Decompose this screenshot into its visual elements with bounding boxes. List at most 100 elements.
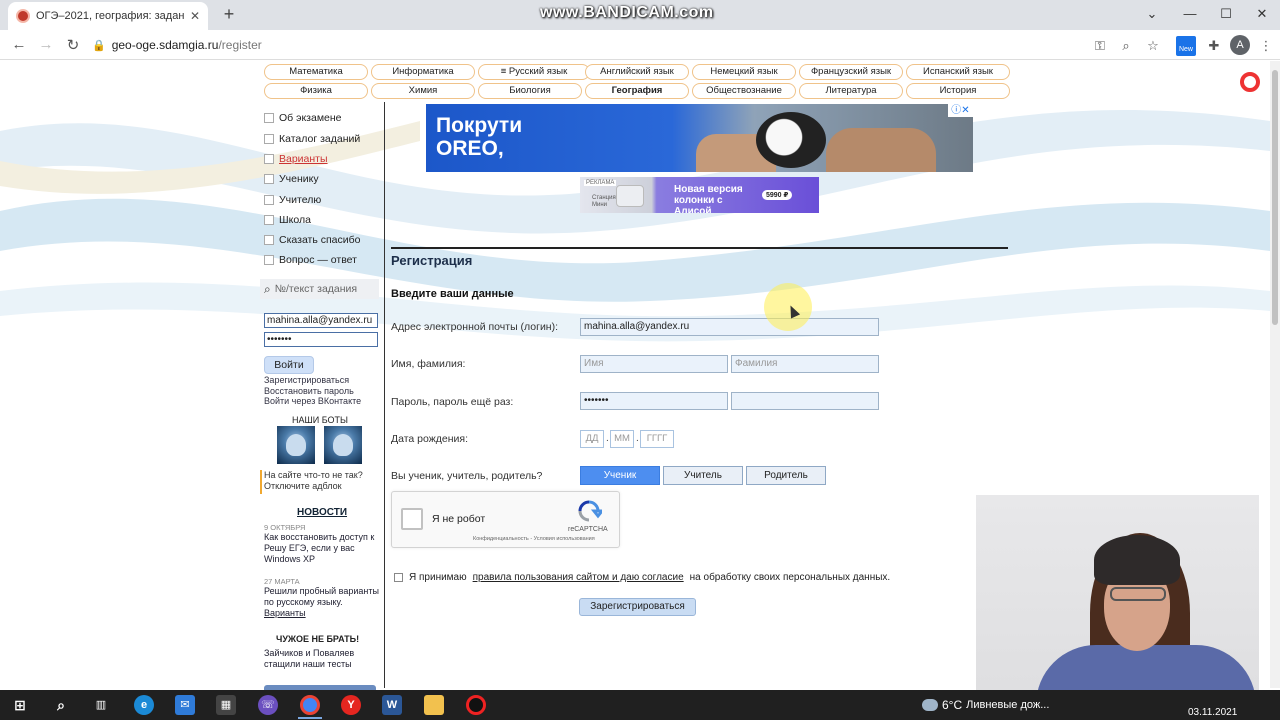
store-icon[interactable]: ▦ bbox=[216, 695, 236, 715]
birth-year-field[interactable]: ГГГГ bbox=[640, 430, 674, 448]
cloud-rain-icon bbox=[922, 699, 938, 711]
tab-search-icon[interactable]: ⌄ bbox=[1142, 6, 1162, 22]
close-window-button[interactable]: ✕ bbox=[1252, 6, 1272, 22]
edge-icon[interactable]: e bbox=[134, 695, 154, 715]
password-label: Пароль, пароль ещё раз: bbox=[391, 396, 514, 408]
news-variants-link[interactable]: Варианты bbox=[264, 608, 306, 618]
url-path: /register bbox=[218, 38, 262, 52]
sidebar-item-variants[interactable]: Варианты bbox=[264, 153, 328, 165]
subject-literature[interactable]: Литература bbox=[799, 83, 903, 99]
key-icon[interactable]: ⚿ bbox=[1092, 38, 1108, 54]
bookmark-star-icon[interactable]: ☆ bbox=[1145, 38, 1161, 54]
vk-login-link[interactable]: Войти через ВКонтакте bbox=[264, 396, 361, 406]
sidebar-item-qa[interactable]: Вопрос — ответ bbox=[264, 254, 357, 266]
sidebar-item-catalog[interactable]: Каталог заданий bbox=[264, 133, 360, 145]
maximize-button[interactable]: ☐ bbox=[1216, 6, 1236, 22]
news-heading[interactable]: НОВОСТИ bbox=[297, 507, 347, 518]
chrome-icon[interactable] bbox=[300, 695, 320, 715]
cookie-image bbox=[756, 112, 826, 168]
ad-label: РЕКЛАМА bbox=[584, 180, 617, 186]
sidebar-item-student[interactable]: Ученику bbox=[264, 173, 319, 185]
browser-tab[interactable]: ОГЭ–2021, география: задания, ✕ bbox=[8, 2, 208, 30]
birth-day-field[interactable]: ДД bbox=[580, 430, 604, 448]
bandicam-record-icon[interactable] bbox=[466, 695, 486, 715]
password-field[interactable]: ••••••• bbox=[580, 392, 728, 410]
ad-price: 5990 ₽ bbox=[762, 190, 793, 200]
subject-physics[interactable]: Физика bbox=[264, 83, 368, 99]
yandex-browser-icon[interactable]: Y bbox=[341, 695, 361, 715]
extensions-icon[interactable]: ✚ bbox=[1206, 38, 1222, 54]
task-search-input[interactable]: ⌕ №/текст задания bbox=[260, 279, 379, 299]
sidebar-password-input[interactable]: ••••••• bbox=[264, 332, 378, 347]
subject-geography[interactable]: География bbox=[585, 83, 689, 99]
address-bar[interactable]: 🔒 geo-oge.sdamgia.ru/register bbox=[92, 34, 1172, 56]
role-student-button[interactable]: Ученик bbox=[580, 466, 660, 485]
scrollbar-thumb[interactable] bbox=[1272, 70, 1278, 325]
sidebar-item-teacher[interactable]: Учителю bbox=[264, 194, 321, 206]
minimize-button[interactable]: — bbox=[1180, 6, 1200, 21]
recaptcha-checkbox[interactable] bbox=[401, 508, 423, 530]
first-name-field[interactable]: Имя bbox=[580, 355, 728, 373]
checkbox-icon bbox=[264, 255, 274, 265]
tab-close-icon[interactable]: ✕ bbox=[190, 9, 200, 23]
birth-month-field[interactable]: ММ bbox=[610, 430, 634, 448]
forward-icon[interactable]: → bbox=[37, 36, 55, 53]
browser-toolbar: ← → ↻ 🔒 geo-oge.sdamgia.ru/register ⚿ ⌕ … bbox=[0, 30, 1280, 60]
sidebar-login-button[interactable]: Войти bbox=[264, 356, 314, 374]
news-date: 9 ОКТЯБРЯ bbox=[264, 523, 306, 532]
role-teacher-button[interactable]: Учитель bbox=[663, 466, 743, 485]
viber-icon[interactable]: ☏ bbox=[258, 695, 278, 715]
file-explorer-icon[interactable] bbox=[424, 695, 444, 715]
task-view-icon[interactable]: ▥ bbox=[91, 695, 111, 715]
extension-new-icon[interactable]: New bbox=[1176, 36, 1196, 56]
windows-start-icon[interactable]: ⊞ bbox=[10, 695, 30, 715]
search-icon[interactable]: ⌕ bbox=[51, 695, 71, 715]
active-app-indicator bbox=[298, 717, 322, 719]
profile-avatar[interactable]: A bbox=[1230, 35, 1250, 55]
terms-link[interactable]: правила пользования сайтом и даю согласи… bbox=[473, 572, 684, 583]
mail-icon[interactable]: ✉ bbox=[175, 695, 195, 715]
subject-french[interactable]: Французский язык bbox=[799, 64, 903, 80]
subject-math[interactable]: Математика bbox=[264, 64, 368, 80]
reload-icon[interactable]: ↻ bbox=[64, 36, 82, 54]
email-field[interactable]: mahina.alla@yandex.ru bbox=[580, 318, 879, 336]
menu-icon[interactable]: ⋮ bbox=[1258, 38, 1274, 54]
subject-chemistry[interactable]: Химия bbox=[371, 83, 475, 99]
divider bbox=[391, 247, 1008, 249]
password-repeat-field[interactable] bbox=[731, 392, 879, 410]
subject-history[interactable]: История bbox=[906, 83, 1010, 99]
register-submit-button[interactable]: Зарегистрироваться bbox=[579, 598, 696, 616]
subject-biology[interactable]: Биология bbox=[478, 83, 582, 99]
promo-text[interactable]: Зайчиков и Поваляев стащили наши тесты bbox=[264, 648, 382, 670]
restore-password-link[interactable]: Восстановить пароль bbox=[264, 386, 354, 396]
register-link[interactable]: Зарегистрироваться bbox=[264, 375, 349, 385]
news-text[interactable]: Как восстановить доступ к Решу ЕГЭ, если… bbox=[264, 532, 382, 565]
weather-widget[interactable]: 6°C Ливневые дож... bbox=[922, 698, 1049, 712]
recaptcha-links[interactable]: Конфиденциальность - Условия использован… bbox=[473, 536, 595, 542]
back-icon[interactable]: ← bbox=[10, 36, 28, 53]
sidebar-item-school[interactable]: Школа bbox=[264, 214, 311, 226]
last-name-field[interactable]: Фамилия bbox=[731, 355, 879, 373]
subject-social-studies[interactable]: Обществознание bbox=[692, 83, 796, 99]
sidebar-item-about[interactable]: Об экзамене bbox=[264, 112, 342, 124]
sidebar-login-input[interactable]: mahina.alla@yandex.ru bbox=[264, 313, 378, 328]
subject-spanish[interactable]: Испанский язык bbox=[906, 64, 1010, 80]
new-tab-button[interactable]: + bbox=[218, 4, 240, 25]
zoom-icon[interactable]: ⌕ bbox=[1118, 38, 1134, 54]
terms-agreement: Я принимаю правила пользования сайтом и … bbox=[394, 572, 890, 583]
subject-english[interactable]: Английский язык bbox=[585, 64, 689, 80]
email-label: Адрес электронной почты (логин): bbox=[391, 321, 559, 333]
terms-checkbox[interactable] bbox=[394, 573, 403, 582]
role-parent-button[interactable]: Родитель bbox=[746, 466, 826, 485]
subject-german[interactable]: Немецкий язык bbox=[692, 64, 796, 80]
subject-informatics[interactable]: Информатика bbox=[371, 64, 475, 80]
glasses-icon bbox=[1110, 587, 1166, 601]
ad-product-name: Станция Мини bbox=[592, 195, 616, 208]
help-lifebuoy-icon[interactable] bbox=[1240, 72, 1260, 92]
speaker-ad-banner[interactable]: РЕКЛАМА Станция Мини Новая версия колонк… bbox=[580, 177, 819, 213]
sidebar-item-thanks[interactable]: Сказать спасибо bbox=[264, 234, 361, 246]
word-icon[interactable]: W bbox=[382, 695, 402, 715]
subject-russian[interactable]: ≡ Русский язык bbox=[478, 64, 590, 80]
ad-close-icon[interactable]: ⓘ✕ bbox=[948, 104, 973, 117]
oreo-ad-banner[interactable]: Покрути OREO, bbox=[426, 104, 973, 172]
